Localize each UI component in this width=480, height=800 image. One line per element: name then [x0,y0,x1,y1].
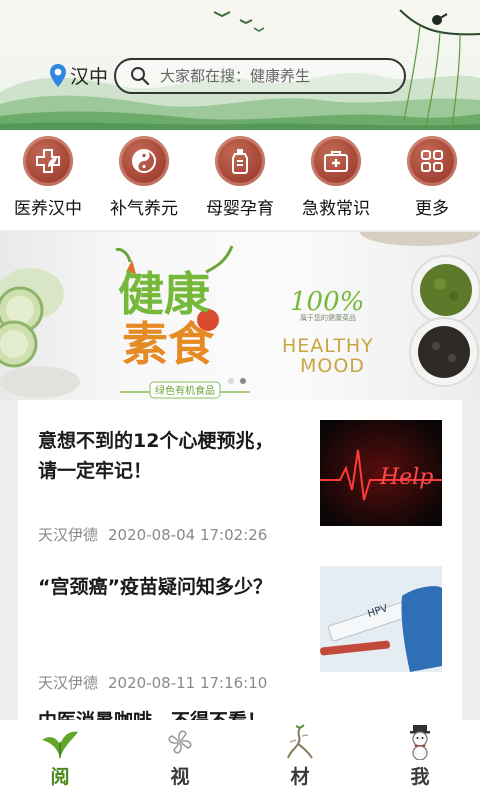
header: 汉中 [0,0,480,130]
tab-label: 阅 [50,766,70,788]
hpv-vaccine-image: HPV [320,566,442,672]
article-item[interactable]: 中医消暑咖啡，不得不看！ [18,700,462,720]
article-author: 天汉伊德 [38,674,99,692]
banner-percent-sub: 属于您的健康菜品 [300,313,356,322]
category-label: 更多 [415,199,449,219]
green-leaf-icon [42,731,78,758]
category-label: 补气养元 [110,199,178,219]
banner-mood-line-2: MOOD [300,355,365,377]
tab-label: 视 [170,766,190,788]
banner-pagination [228,378,246,384]
banner-headline-1: 健康 [118,267,210,321]
banner-artwork: 健康 素食 绿色有机食品 100% 属于您的健康菜品 HEALTHY MOOD [0,232,480,399]
banner-headline-2: 素食 [122,317,215,371]
category-maternity[interactable]: 母婴孕育 [192,136,288,219]
article-date: 2020-08-11 17:16:10 [108,674,268,692]
article-date: 2020-08-04 17:02:26 [108,526,268,544]
promo-banner[interactable]: 健康 素食 绿色有机食品 100% 属于您的健康菜品 HEALTHY MOOD [0,232,480,400]
search-icon [131,67,150,86]
category-first-aid[interactable]: 急救常识 [288,136,384,219]
tab-read[interactable]: 阅 [0,720,120,800]
spice-bowls-image [360,232,480,387]
article-title[interactable]: 中医消暑咖啡，不得不看！ [38,706,338,720]
medical-cross-leaf-icon [36,149,60,173]
article-author: 天汉伊德 [38,526,99,544]
search-bar[interactable] [114,58,406,94]
tab-label: 材 [290,766,310,788]
heartbeat-help-image: Help [320,420,442,526]
article-item[interactable]: “宫颈癌”疫苗疑问知多少？ 天汉伊德 2020-08-11 17:16:10 HP… [18,560,462,700]
banner-tagline: 绿色有机食品 [155,384,215,397]
ginseng-root-icon [287,724,313,759]
tab-me[interactable]: 我 [360,720,480,800]
article-title[interactable]: 意想不到的12个心梗预兆，请一定牢记！ [38,426,278,486]
tab-materials[interactable]: 材 [240,720,360,800]
article-thumbnail[interactable]: HPV [320,566,442,672]
cucumber-slices-image [0,268,80,398]
article-feed: 意想不到的12个心梗预兆，请一定牢记！ 天汉伊德 2020-08-04 17:02… [18,400,462,720]
article-item[interactable]: 意想不到的12个心梗预兆，请一定牢记！ 天汉伊德 2020-08-04 17:02… [18,400,462,560]
article-thumbnail[interactable]: Help [320,420,442,526]
grid-more-icon [421,150,443,172]
tab-label: 我 [410,766,430,788]
search-input[interactable] [160,67,400,85]
banner-mood-line-1: HEALTHY [282,335,374,357]
tab-video[interactable]: 视 [120,720,240,800]
first-aid-kit-icon [324,151,348,172]
location-selector[interactable]: 汉中 [48,62,108,89]
article-title[interactable]: “宫颈癌”疫苗疑问知多少？ [38,572,278,602]
category-medical-care[interactable]: 医养汉中 [0,136,96,219]
pinwheel-flower-icon [168,730,192,754]
article-meta: 天汉伊德 2020-08-11 17:16:10 [38,672,267,693]
location-pin-icon [50,63,66,87]
article-meta: 天汉伊德 2020-08-04 17:02:26 [38,524,267,545]
category-label: 医养汉中 [14,199,82,219]
banner-percent: 100% [290,287,364,317]
yin-yang-icon [132,149,156,173]
category-label: 急救常识 [302,199,370,219]
category-label: 母婴孕育 [206,199,274,219]
snowman-icon [410,725,430,760]
category-row: 医养汉中 补气养元 母婴孕育 急救常识 更多 [0,130,480,230]
pagination-dot-active[interactable] [240,378,246,384]
category-qi-nourishing[interactable]: 补气养元 [96,136,192,219]
bottom-tab-bar: 阅 视 材 我 [0,720,480,800]
pagination-dot[interactable] [228,378,234,384]
category-more[interactable]: 更多 [384,136,480,219]
location-label: 汉中 [70,66,109,88]
baby-bottle-icon [232,149,248,174]
thumb-help-text: Help [379,465,433,490]
